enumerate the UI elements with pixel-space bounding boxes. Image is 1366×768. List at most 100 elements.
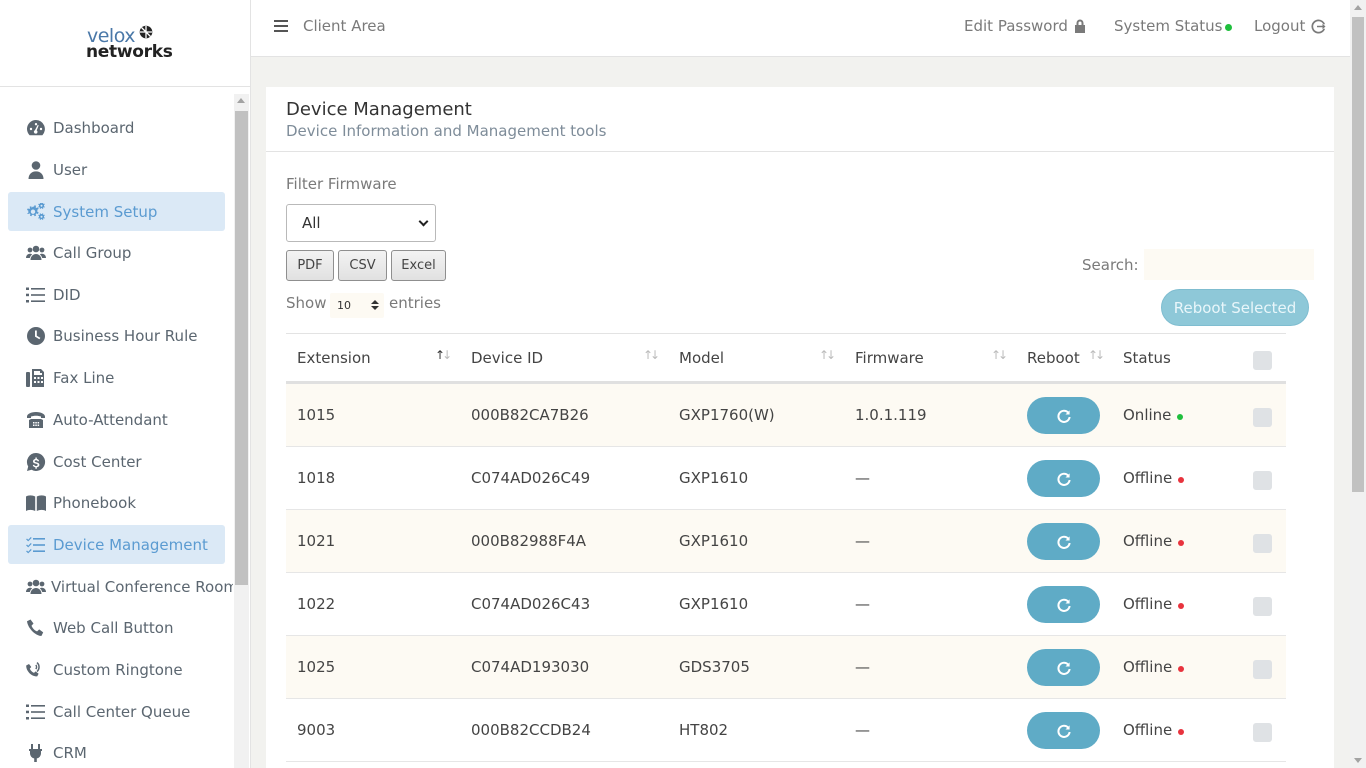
reboot-button[interactable] [1027, 712, 1100, 749]
table-row: 1018 C074AD026C49 GXP1610 — Offline [286, 447, 1286, 510]
status-dot [1178, 602, 1185, 609]
reboot-button[interactable] [1027, 586, 1100, 623]
page-subtitle: Device Information and Management tools [286, 122, 607, 140]
sidebar-item-call-group[interactable]: Call Group [8, 233, 225, 272]
cell-model: GXP1760(W) [679, 406, 775, 424]
redo-icon [1056, 535, 1071, 549]
cell-firmware: — [855, 595, 870, 613]
status-dot [1177, 413, 1184, 420]
sidebar-scroll-thumb[interactable] [235, 111, 248, 585]
cell-model: GDS3705 [679, 658, 750, 676]
show-label: Show [286, 294, 327, 312]
sidebar-item-web-call-button[interactable]: Web Call Button [8, 608, 225, 647]
sidebar-item-device-management[interactable]: Device Management [8, 525, 225, 564]
sidebar: velox networks Dashboard User System Set… [0, 0, 251, 768]
sidebar-item-business-hour-rule[interactable]: Business Hour Rule [8, 316, 225, 355]
column-header-reboot[interactable]: Reboot [1027, 349, 1080, 367]
sort-icon[interactable]: ↑↓ [1088, 348, 1105, 362]
cell-status: Offline [1123, 595, 1185, 613]
filter-firmware-label: Filter Firmware [286, 175, 397, 193]
logout-icon [1311, 18, 1326, 33]
cell-extension: 1021 [297, 532, 336, 550]
scroll-up-icon[interactable] [237, 98, 245, 103]
cell-extension: 1015 [297, 406, 336, 424]
cell-firmware: 1.0.1.119 [855, 406, 927, 424]
page-scroll-thumb[interactable] [1352, 17, 1364, 492]
card-header: Device Management Device Information and… [266, 87, 1334, 152]
row-checkbox[interactable] [1253, 660, 1272, 679]
column-header-firmware[interactable]: Firmware [855, 349, 924, 367]
hamburger-menu-icon[interactable] [274, 20, 288, 32]
list-icon [26, 285, 48, 305]
excel-button[interactable]: Excel [391, 250, 446, 281]
cell-status: Offline [1123, 532, 1185, 550]
cell-model: GXP1610 [679, 469, 749, 487]
users-icon [26, 243, 48, 263]
column-header-model[interactable]: Model [679, 349, 724, 367]
reboot-button[interactable] [1027, 397, 1100, 434]
entries-label: entries [389, 294, 441, 312]
reboot-selected-button[interactable]: Reboot Selected [1161, 289, 1309, 326]
reboot-button[interactable] [1027, 649, 1100, 686]
plug-icon [26, 743, 48, 763]
book-icon [26, 493, 48, 513]
sidebar-item-cost-center[interactable]: Cost Center [8, 442, 225, 481]
filter-firmware-select[interactable]: All [286, 204, 436, 242]
sidebar-item-label: Phonebook [53, 493, 137, 512]
top-bar: Client Area Edit Password System Status … [251, 0, 1350, 57]
system-status-dot [1224, 23, 1232, 31]
sidebar-item-virtual-conference-room[interactable]: Virtual Conference Room [8, 567, 233, 606]
table-row: 1015 000B82CA7B26 GXP1760(W) 1.0.1.119 Onlin… [286, 384, 1286, 447]
sidebar-item-auto-attendant[interactable]: Auto-Attendant [8, 400, 225, 439]
sidebar-nav: Dashboard User System Setup Call Group D… [0, 88, 233, 768]
sidebar-item-system-setup[interactable]: System Setup [8, 192, 225, 231]
entries-length-value: 10 [337, 299, 351, 312]
clock-icon [26, 326, 48, 346]
scroll-up-icon[interactable] [1354, 5, 1362, 10]
sort-icon[interactable]: ↑↓ [643, 348, 660, 362]
reboot-button[interactable] [1027, 460, 1100, 497]
sidebar-item-label: CRM [53, 743, 87, 762]
scroll-down-icon[interactable] [1354, 758, 1362, 763]
sidebar-item-fax-line[interactable]: Fax Line [8, 358, 225, 397]
status-text: Online [1123, 406, 1172, 424]
table-body: 1015 000B82CA7B26 GXP1760(W) 1.0.1.119 Onlin… [286, 384, 1286, 762]
sidebar-item-call-center-queue[interactable]: Call Center Queue [8, 692, 225, 731]
sidebar-item-dashboard[interactable]: Dashboard [8, 108, 225, 147]
sidebar-item-custom-ringtone[interactable]: Custom Ringtone [8, 650, 225, 689]
sidebar-item-did[interactable]: DID [8, 275, 225, 314]
entries-length-select[interactable]: 10 [330, 293, 384, 318]
select-all-checkbox[interactable] [1253, 351, 1272, 370]
row-checkbox[interactable] [1253, 408, 1272, 427]
page-scrollbar[interactable] [1350, 0, 1366, 768]
column-header-extension[interactable]: Extension [297, 349, 371, 367]
system-status-link[interactable]: System Status [1114, 17, 1232, 35]
row-checkbox[interactable] [1253, 597, 1272, 616]
pdf-button[interactable]: PDF [286, 250, 334, 281]
sidebar-item-crm[interactable]: CRM [8, 733, 225, 768]
edit-password-link[interactable]: Edit Password [964, 17, 1086, 35]
logo[interactable]: velox networks [0, 0, 250, 87]
reboot-button[interactable] [1027, 523, 1100, 560]
cell-model: GXP1610 [679, 595, 749, 613]
breadcrumb[interactable]: Client Area [303, 17, 386, 35]
column-header-device-id[interactable]: Device ID [471, 349, 543, 367]
cell-status: Offline [1123, 721, 1185, 739]
row-checkbox[interactable] [1253, 471, 1272, 490]
status-text: Offline [1123, 721, 1173, 739]
sort-icon[interactable]: ↑↓ [991, 348, 1008, 362]
edit-password-label: Edit Password [964, 17, 1068, 35]
tasks-icon [26, 535, 48, 555]
sidebar-item-phonebook[interactable]: Phonebook [8, 483, 225, 522]
search-input[interactable] [1144, 249, 1314, 280]
sort-icon[interactable]: ↑↓ [435, 348, 452, 362]
logout-link[interactable]: Logout [1254, 17, 1326, 35]
sidebar-scrollbar[interactable] [234, 94, 249, 768]
status-dot [1178, 728, 1185, 735]
row-checkbox[interactable] [1253, 723, 1272, 742]
sidebar-item-user[interactable]: User [8, 150, 225, 189]
status-dot [1178, 476, 1185, 483]
row-checkbox[interactable] [1253, 534, 1272, 553]
csv-button[interactable]: CSV [338, 250, 387, 281]
sort-icon[interactable]: ↑↓ [819, 348, 836, 362]
